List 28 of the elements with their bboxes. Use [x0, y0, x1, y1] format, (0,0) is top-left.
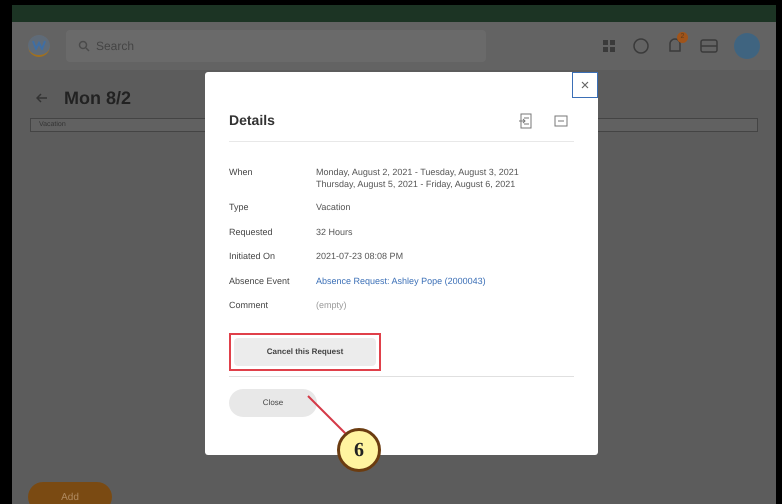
field-value: Monday, August 2, 2021 - Tuesday, August 3, 2021 — [316, 166, 519, 178]
absence-event-link[interactable]: Absence Request: Ashley Pope (2000043) — [316, 274, 486, 286]
field-value: 32 Hours — [316, 226, 353, 238]
avatar[interactable] — [734, 33, 760, 59]
field-value: Vacation — [316, 201, 350, 213]
field-value: (empty) — [316, 299, 347, 311]
dialog-title: Details — [229, 111, 275, 130]
print-icon[interactable] — [554, 114, 568, 128]
field-label: When — [229, 166, 254, 179]
page-title: Mon 8/2 — [64, 86, 132, 110]
field-value: Thursday, August 5, 2021 - Friday, August 6, 2021 — [316, 178, 516, 190]
back-arrow-icon[interactable] — [36, 93, 48, 103]
field-value: 2021-07-23 08:08 PM — [316, 250, 404, 262]
field-label: Type — [229, 201, 250, 214]
leader-line — [306, 395, 348, 435]
close-icon[interactable] — [572, 72, 598, 98]
apps-icon[interactable] — [602, 39, 616, 53]
field-label: Initiated On — [229, 250, 276, 263]
chat-icon[interactable] — [632, 37, 650, 55]
field-label: Comment — [229, 299, 270, 312]
export-icon[interactable] — [518, 112, 532, 128]
close-button[interactable]: Close — [229, 388, 317, 416]
search-icon — [78, 40, 90, 52]
field-label: Absence Event — [229, 274, 291, 288]
logo-icon — [28, 35, 50, 57]
inbox-icon[interactable] — [700, 38, 718, 54]
field-label: Requested — [229, 226, 274, 239]
cancel-request-button[interactable]: Cancel this Request — [234, 338, 376, 366]
